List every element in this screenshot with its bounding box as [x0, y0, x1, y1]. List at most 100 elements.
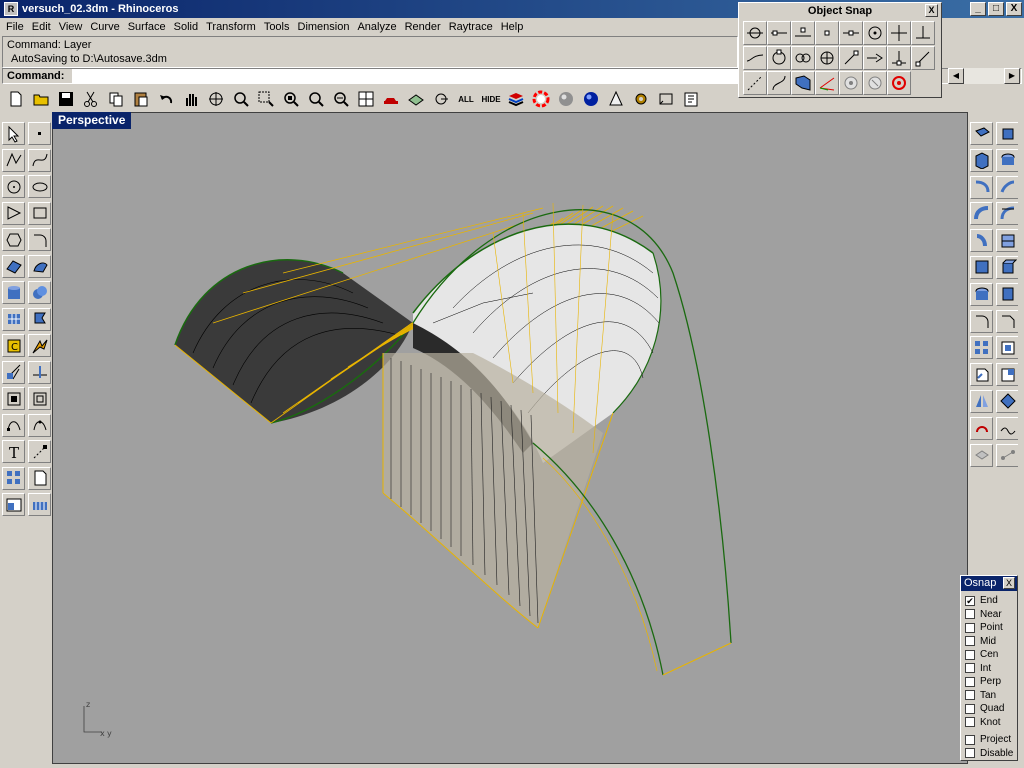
osnap-item-tan[interactable]: Tan	[961, 689, 1017, 703]
undo-view-button[interactable]	[329, 87, 353, 111]
snap-knot-button[interactable]	[791, 46, 815, 70]
mesh-button[interactable]	[2, 307, 25, 331]
menu-transform[interactable]: Transform	[202, 21, 260, 33]
srf-extend-button[interactable]	[970, 443, 993, 467]
snap-point-only-button[interactable]	[815, 21, 839, 45]
osnap-item-point[interactable]: Point	[961, 621, 1017, 635]
dimension-button[interactable]	[654, 87, 678, 111]
srf-pt-button[interactable]	[970, 122, 993, 145]
snap-between-button[interactable]	[863, 46, 887, 70]
zoom-dynamic-button[interactable]	[229, 87, 253, 111]
left-arch-surface[interactable]	[174, 259, 414, 424]
srf-edge-button[interactable]	[970, 148, 993, 172]
point-button[interactable]	[28, 122, 51, 145]
grid-button[interactable]	[28, 493, 51, 516]
text-button[interactable]: T	[2, 440, 25, 463]
srf-chamfer-button[interactable]	[996, 309, 1019, 333]
zoom-window-button[interactable]	[254, 87, 278, 111]
rectangle-button[interactable]	[28, 201, 51, 225]
snap-along-button[interactable]	[839, 46, 863, 70]
hexagon-button[interactable]	[2, 228, 25, 251]
viewport-title[interactable]: Perspective	[52, 112, 132, 129]
maximize-button[interactable]: □	[988, 2, 1004, 16]
save-button[interactable]	[54, 87, 78, 111]
osnap-item-quad[interactable]: Quad	[961, 702, 1017, 716]
menu-analyze[interactable]: Analyze	[353, 21, 400, 33]
menu-curve[interactable]: Curve	[86, 21, 123, 33]
snap-disable-button[interactable]	[887, 71, 911, 95]
explode-button[interactable]	[28, 334, 51, 357]
close-button[interactable]: X	[1006, 2, 1022, 16]
menu-tools[interactable]: Tools	[260, 21, 294, 33]
control-points-button[interactable]	[2, 413, 25, 437]
srf-rebuild-button[interactable]	[970, 363, 993, 387]
snap-near-button[interactable]	[791, 21, 815, 45]
ellipse-button[interactable]	[28, 175, 51, 198]
boolean-button[interactable]	[28, 281, 51, 304]
srf-fillet-button[interactable]	[970, 309, 993, 333]
curve-button[interactable]	[28, 148, 51, 172]
osnap-checkbox-knot[interactable]	[965, 717, 975, 728]
osnap-checkbox-project[interactable]	[965, 734, 975, 745]
group-button[interactable]	[2, 387, 25, 410]
menu-solid[interactable]: Solid	[170, 21, 202, 33]
osnap-item-knot[interactable]: Knot	[961, 716, 1017, 730]
srf-blend-button[interactable]	[996, 416, 1019, 440]
trim-button[interactable]	[2, 360, 25, 384]
srf-mirror-button[interactable]	[970, 389, 993, 413]
select-arrow-button[interactable]	[2, 122, 25, 145]
snap-toggle-button[interactable]	[839, 71, 863, 95]
srf-extrude-button[interactable]	[996, 122, 1019, 145]
menu-surface[interactable]: Surface	[124, 21, 170, 33]
srf-cone-button[interactable]	[996, 282, 1019, 306]
srf-flip-button[interactable]	[996, 389, 1019, 413]
help-button[interactable]	[679, 87, 703, 111]
object-snap-title[interactable]: Object Snap X	[739, 3, 941, 19]
minimize-button[interactable]: _	[970, 2, 986, 16]
edit-points-button[interactable]	[28, 413, 51, 437]
ungroup-button[interactable]	[28, 387, 51, 410]
snap-onsrf-button[interactable]	[887, 46, 911, 70]
srf-network-button[interactable]	[970, 229, 993, 253]
cylinder-button[interactable]	[2, 281, 25, 304]
render-button[interactable]	[579, 87, 603, 111]
srf-rotate-button[interactable]	[970, 416, 993, 440]
menu-view[interactable]: View	[55, 21, 87, 33]
viewport-layout-button[interactable]	[2, 493, 25, 516]
snap-quad-button[interactable]	[767, 46, 791, 70]
srf-array-button[interactable]	[970, 336, 993, 360]
copy-button[interactable]	[104, 87, 128, 111]
select-button[interactable]	[429, 87, 453, 111]
show-all-button[interactable]: ALL	[454, 87, 478, 111]
array-button[interactable]	[2, 466, 25, 490]
scroll-right-arrow[interactable]: ▶	[1004, 68, 1020, 84]
hide-button[interactable]: HIDE	[479, 87, 503, 111]
layers-button[interactable]	[504, 87, 528, 111]
polygon-button[interactable]	[2, 201, 25, 225]
block-button[interactable]: C	[2, 334, 25, 357]
osnap-item-mid[interactable]: Mid	[961, 635, 1017, 649]
object-snap-close-button[interactable]: X	[925, 4, 938, 17]
snap-int-button[interactable]	[887, 21, 911, 45]
snap-end-button[interactable]	[767, 21, 791, 45]
srf-offset-button[interactable]	[996, 336, 1019, 360]
spotlight-button[interactable]	[604, 87, 628, 111]
open-button[interactable]	[29, 87, 53, 111]
circle-button[interactable]	[2, 175, 25, 198]
snap-point-button[interactable]	[743, 21, 767, 45]
osnap-item-near[interactable]: Near	[961, 608, 1017, 622]
polyline-button[interactable]	[2, 148, 25, 172]
menu-raytrace[interactable]: Raytrace	[445, 21, 497, 33]
menu-dimension[interactable]: Dimension	[294, 21, 354, 33]
osnap-checkbox-quad[interactable]	[965, 703, 975, 714]
srf-cap-button[interactable]	[996, 148, 1019, 172]
fillet-button[interactable]	[28, 228, 51, 251]
srf-pipe-button[interactable]	[970, 282, 993, 306]
menu-edit[interactable]: Edit	[28, 21, 55, 33]
command-scrollbar[interactable]: ◀ ▶	[948, 68, 1020, 84]
undo-button[interactable]	[154, 87, 178, 111]
osnap-checkbox-end[interactable]: ✔	[965, 595, 975, 606]
osnap-checkbox-mid[interactable]	[965, 636, 975, 647]
srf-match-button[interactable]	[996, 363, 1019, 387]
model-geometry[interactable]	[53, 113, 967, 763]
